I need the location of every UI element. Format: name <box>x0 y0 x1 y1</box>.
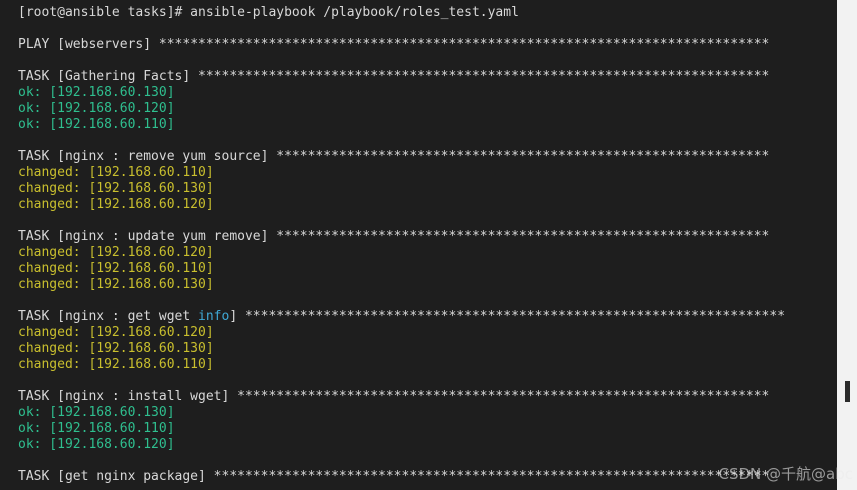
terminal-line-segment: TASK [nginx : get wget <box>18 309 199 324</box>
terminal-line: changed: [192.168.60.120] <box>18 197 837 213</box>
terminal-line: TASK [nginx : get wget info] ***********… <box>18 309 837 325</box>
terminal-line-segment: PLAY [webservers] <box>18 37 159 52</box>
terminal-line-segment: ok: [192.168.60.110] <box>18 421 175 436</box>
terminal-line-segment: changed: [192.168.60.130] <box>18 181 214 196</box>
terminal-line: changed: [192.168.60.110] <box>18 357 837 373</box>
terminal-line-segment: changed: [192.168.60.120] <box>18 325 214 340</box>
terminal-line: changed: [192.168.60.110] <box>18 261 837 277</box>
terminal-line-segment: ok: [192.168.60.120] <box>18 101 175 116</box>
terminal-line: ok: [192.168.60.130] <box>18 85 837 101</box>
terminal-line: ok: [192.168.60.110] <box>18 421 837 437</box>
vertical-scrollbar[interactable] <box>837 0 857 490</box>
terminal-line: TASK [nginx : update yum remove] *******… <box>18 229 837 245</box>
terminal-line-segment: ****************************************… <box>276 149 770 164</box>
terminal-line: TASK [nginx : install wget] ************… <box>18 389 837 405</box>
scrollbar-thumb[interactable] <box>845 381 850 402</box>
terminal-line-segment: TASK [nginx : install wget] <box>18 389 238 404</box>
terminal-line: ok: [192.168.60.130] <box>18 405 837 421</box>
terminal-line: changed: [192.168.60.130] <box>18 277 837 293</box>
terminal-line-segment: ok: [192.168.60.120] <box>18 437 175 452</box>
terminal-line-segment: ok: [192.168.60.130] <box>18 405 175 420</box>
terminal-line: ok: [192.168.60.120] <box>18 101 837 117</box>
terminal-line: changed: [192.168.60.120] <box>18 245 837 261</box>
terminal-line-segment: changed: [192.168.60.120] <box>18 197 214 212</box>
terminal-window[interactable]: [root@ansible tasks]# ansible-playbook /… <box>0 0 857 490</box>
terminal-line-segment: ****************************************… <box>158 37 770 52</box>
terminal-line-segment: ****************************************… <box>213 469 770 484</box>
terminal-line: ok: [192.168.60.120] <box>18 437 837 453</box>
terminal-line-segment: ok: [192.168.60.110] <box>18 117 175 132</box>
terminal-line-segment: changed: [192.168.60.110] <box>18 357 214 372</box>
terminal-line-segment: ] <box>229 309 245 324</box>
terminal-line: [root@ansible tasks]# ansible-playbook /… <box>18 5 837 21</box>
terminal-line-segment: changed: [192.168.60.130] <box>18 341 214 356</box>
terminal-line-segment: TASK [get nginx package] <box>18 469 214 484</box>
terminal-line-segment: ****************************************… <box>276 229 770 244</box>
terminal-line-segment: changed: [192.168.60.110] <box>18 261 214 276</box>
terminal-line: changed: [192.168.60.120] <box>18 325 837 341</box>
terminal-line-segment: info <box>198 309 230 324</box>
terminal-line-segment: changed: [192.168.60.120] <box>18 245 214 260</box>
terminal-line-segment: TASK [Gathering Facts] <box>18 69 199 84</box>
terminal-line-segment: ****************************************… <box>237 389 770 404</box>
terminal-line: TASK [get nginx package] ***************… <box>18 469 837 485</box>
terminal-line-segment: ok: [192.168.60.130] <box>18 85 175 100</box>
terminal-line: TASK [nginx : remove yum source] *******… <box>18 149 837 165</box>
terminal-line-segment: changed: [192.168.60.110] <box>18 165 214 180</box>
terminal-output[interactable]: [root@ansible tasks]# ansible-playbook /… <box>0 0 837 490</box>
terminal-line: TASK [Gathering Facts] *****************… <box>18 69 837 85</box>
terminal-lines: [root@ansible tasks]# ansible-playbook /… <box>18 5 837 485</box>
terminal-line-segment: changed: [192.168.60.130] <box>18 277 214 292</box>
terminal-line: ok: [192.168.60.110] <box>18 117 837 133</box>
terminal-line: changed: [192.168.60.130] <box>18 181 837 197</box>
terminal-line-segment: [root@ansible tasks]# ansible-playbook /… <box>18 5 519 20</box>
terminal-line-segment: TASK [nginx : remove yum source] <box>18 149 277 164</box>
terminal-line-segment: TASK [nginx : update yum remove] <box>18 229 277 244</box>
watermark: CSDN @千航@abc <box>718 465 854 483</box>
terminal-line-segment: ****************************************… <box>244 309 786 324</box>
terminal-line: PLAY [webservers] **********************… <box>18 37 837 53</box>
terminal-line-segment: ****************************************… <box>198 69 770 84</box>
terminal-line: changed: [192.168.60.110] <box>18 165 837 181</box>
terminal-line: changed: [192.168.60.130] <box>18 341 837 357</box>
